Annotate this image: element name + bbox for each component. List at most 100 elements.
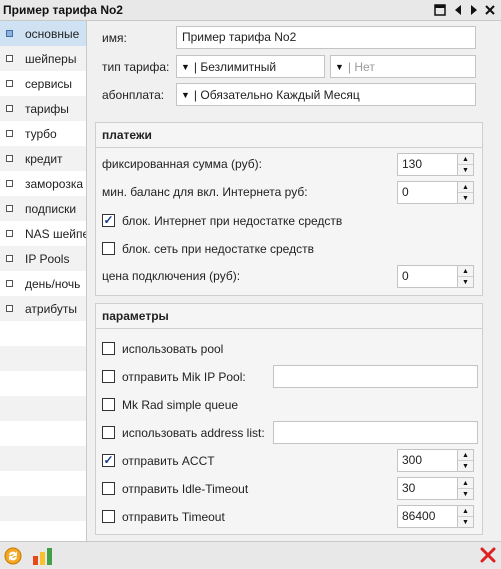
bullet-icon (6, 255, 13, 262)
min-balance-value[interactable]: 0 (397, 181, 458, 204)
dropdown-arrow-icon: ▼ (335, 61, 344, 72)
maximize-icon[interactable] (432, 2, 448, 18)
sidebar-item-4[interactable]: турбо (0, 121, 86, 146)
spin-down-icon[interactable]: ▼ (458, 165, 473, 176)
send-timeout-value[interactable]: 86400 (397, 505, 458, 528)
min-balance-spinner[interactable]: 0 ▲ ▼ (397, 181, 475, 204)
refresh-icon[interactable] (3, 546, 23, 566)
sidebar-item-label: тарифы (25, 101, 69, 116)
connection-price-value[interactable]: 0 (397, 265, 458, 288)
sidebar-item-label: шейперы (25, 51, 77, 66)
send-timeout-spinner[interactable]: 86400 ▲ ▼ (397, 505, 475, 528)
sidebar: основные шейперы сервисы тарифы турбо кредит з… (0, 21, 87, 541)
close-icon[interactable] (482, 2, 498, 18)
spin-down-icon[interactable]: ▼ (458, 517, 473, 528)
mk-rad-label: Mk Rad simple queue (122, 398, 239, 412)
fixed-sum-value[interactable]: 130 (397, 153, 458, 176)
send-timeout-label: отправить Timeout (122, 510, 225, 524)
name-input[interactable]: Пример тарифа No2 (176, 26, 476, 49)
fee-label: абонплата: (102, 88, 165, 102)
send-acct-spinner[interactable]: 300 ▲ ▼ (397, 449, 475, 472)
send-idle-checkbox[interactable] (102, 482, 115, 495)
send-acct-checkbox[interactable]: ✓ (102, 454, 115, 467)
sidebar-item-10[interactable]: день/ночь (0, 271, 86, 296)
spin-up-icon[interactable]: ▲ (458, 506, 473, 517)
sidebar-item-7[interactable]: подписки (0, 196, 86, 221)
sidebar-item-8[interactable]: NAS шейперы (0, 221, 86, 246)
send-idle-spinner[interactable]: 30 ▲ ▼ (397, 477, 475, 500)
tariff-type-select[interactable]: ▼ | Безлимитный (176, 55, 325, 78)
connection-price-spinner[interactable]: 0 ▲ ▼ (397, 265, 475, 288)
params-panel: параметры использовать pool отправить Mi… (95, 303, 483, 535)
block-internet-checkbox[interactable]: ✓ (102, 214, 115, 227)
sidebar-item-9[interactable]: IP Pools (0, 246, 86, 271)
tariff-type-label: тип тарифа: (102, 60, 170, 74)
sidebar-item-5[interactable]: кредит (0, 146, 86, 171)
spin-up-icon[interactable]: ▲ (458, 154, 473, 165)
footer-toolbar (0, 541, 501, 569)
use-pool-label: использовать pool (122, 342, 224, 356)
spin-up-icon[interactable]: ▲ (458, 182, 473, 193)
send-idle-value[interactable]: 30 (397, 477, 458, 500)
address-list-input[interactable] (273, 421, 478, 444)
delete-icon[interactable] (479, 546, 499, 566)
bullet-icon (6, 230, 13, 237)
address-list-label: использовать address list: (122, 426, 265, 440)
dropdown-arrow-icon: ▼ (181, 61, 190, 72)
sidebar-item-label: турбо (25, 126, 57, 141)
connection-price-label: цена подключения (руб): (102, 269, 241, 283)
send-mik-checkbox[interactable] (102, 370, 115, 383)
spin-up-icon[interactable]: ▲ (458, 450, 473, 461)
bullet-icon (6, 205, 13, 212)
params-title: параметры (96, 304, 482, 329)
fee-select[interactable]: ▼ | Обязательно Каждый Месяц (176, 83, 476, 106)
sidebar-item-3[interactable]: тарифы (0, 96, 86, 121)
block-network-label: блок. сеть при недостатке средств (122, 242, 314, 256)
sidebar-item-label: сервисы (25, 76, 73, 91)
spin-down-icon[interactable]: ▼ (458, 489, 473, 500)
send-acct-value[interactable]: 300 (397, 449, 458, 472)
spin-down-icon[interactable]: ▼ (458, 193, 473, 204)
payments-panel: платежи фиксированная сумма (руб): 130 ▲… (95, 122, 483, 296)
mk-rad-checkbox[interactable] (102, 398, 115, 411)
block-internet-label: блок. Интернет при недостатке средств (122, 214, 343, 228)
send-mik-input[interactable] (273, 365, 478, 388)
bullet-icon (6, 105, 13, 112)
send-timeout-checkbox[interactable] (102, 510, 115, 523)
spin-down-icon[interactable]: ▼ (458, 277, 473, 288)
tariff-type-secondary-select: ▼ | Нет (330, 55, 476, 78)
scrollbar[interactable] (484, 21, 501, 541)
address-list-checkbox[interactable] (102, 426, 115, 439)
sidebar-item-2[interactable]: сервисы (0, 71, 86, 96)
sidebar-item-1[interactable]: шейперы (0, 46, 86, 71)
sidebar-item-label: основные (25, 26, 80, 41)
sidebar-item-label: подписки (25, 201, 77, 216)
sidebar-item-label: атрибуты (25, 301, 78, 316)
fixed-sum-spinner[interactable]: 130 ▲ ▼ (397, 153, 475, 176)
sidebar-item-6[interactable]: заморозка (0, 171, 86, 196)
bullet-icon (6, 155, 13, 162)
sidebar-item-11[interactable]: атрибуты (0, 296, 86, 321)
sidebar-item-label: кредит (25, 151, 63, 166)
bullet-icon (6, 180, 13, 187)
previous-icon[interactable] (450, 2, 466, 18)
bullet-icon (6, 130, 13, 137)
sidebar-item-0[interactable]: основные (0, 21, 86, 46)
tariff-type-secondary-value: | Нет (347, 59, 375, 74)
dropdown-arrow-icon: ▼ (181, 89, 190, 100)
tariff-type-value: | Безлимитный (193, 59, 277, 74)
title-bar: Пример тарифа No2 (0, 0, 501, 21)
send-idle-label: отправить Idle-Timeout (122, 482, 249, 496)
sidebar-item-label: NAS шейперы (25, 226, 86, 241)
sidebar-item-label: день/ночь (25, 276, 81, 291)
block-network-checkbox[interactable] (102, 242, 115, 255)
spin-down-icon[interactable]: ▼ (458, 461, 473, 472)
bullet-icon (6, 280, 13, 287)
next-icon[interactable] (466, 2, 482, 18)
payments-title: платежи (96, 123, 482, 148)
spin-up-icon[interactable]: ▲ (458, 266, 473, 277)
spin-up-icon[interactable]: ▲ (458, 478, 473, 489)
window-title: Пример тарифа No2 (3, 3, 123, 17)
chart-icon[interactable] (32, 546, 52, 566)
use-pool-checkbox[interactable] (102, 342, 115, 355)
